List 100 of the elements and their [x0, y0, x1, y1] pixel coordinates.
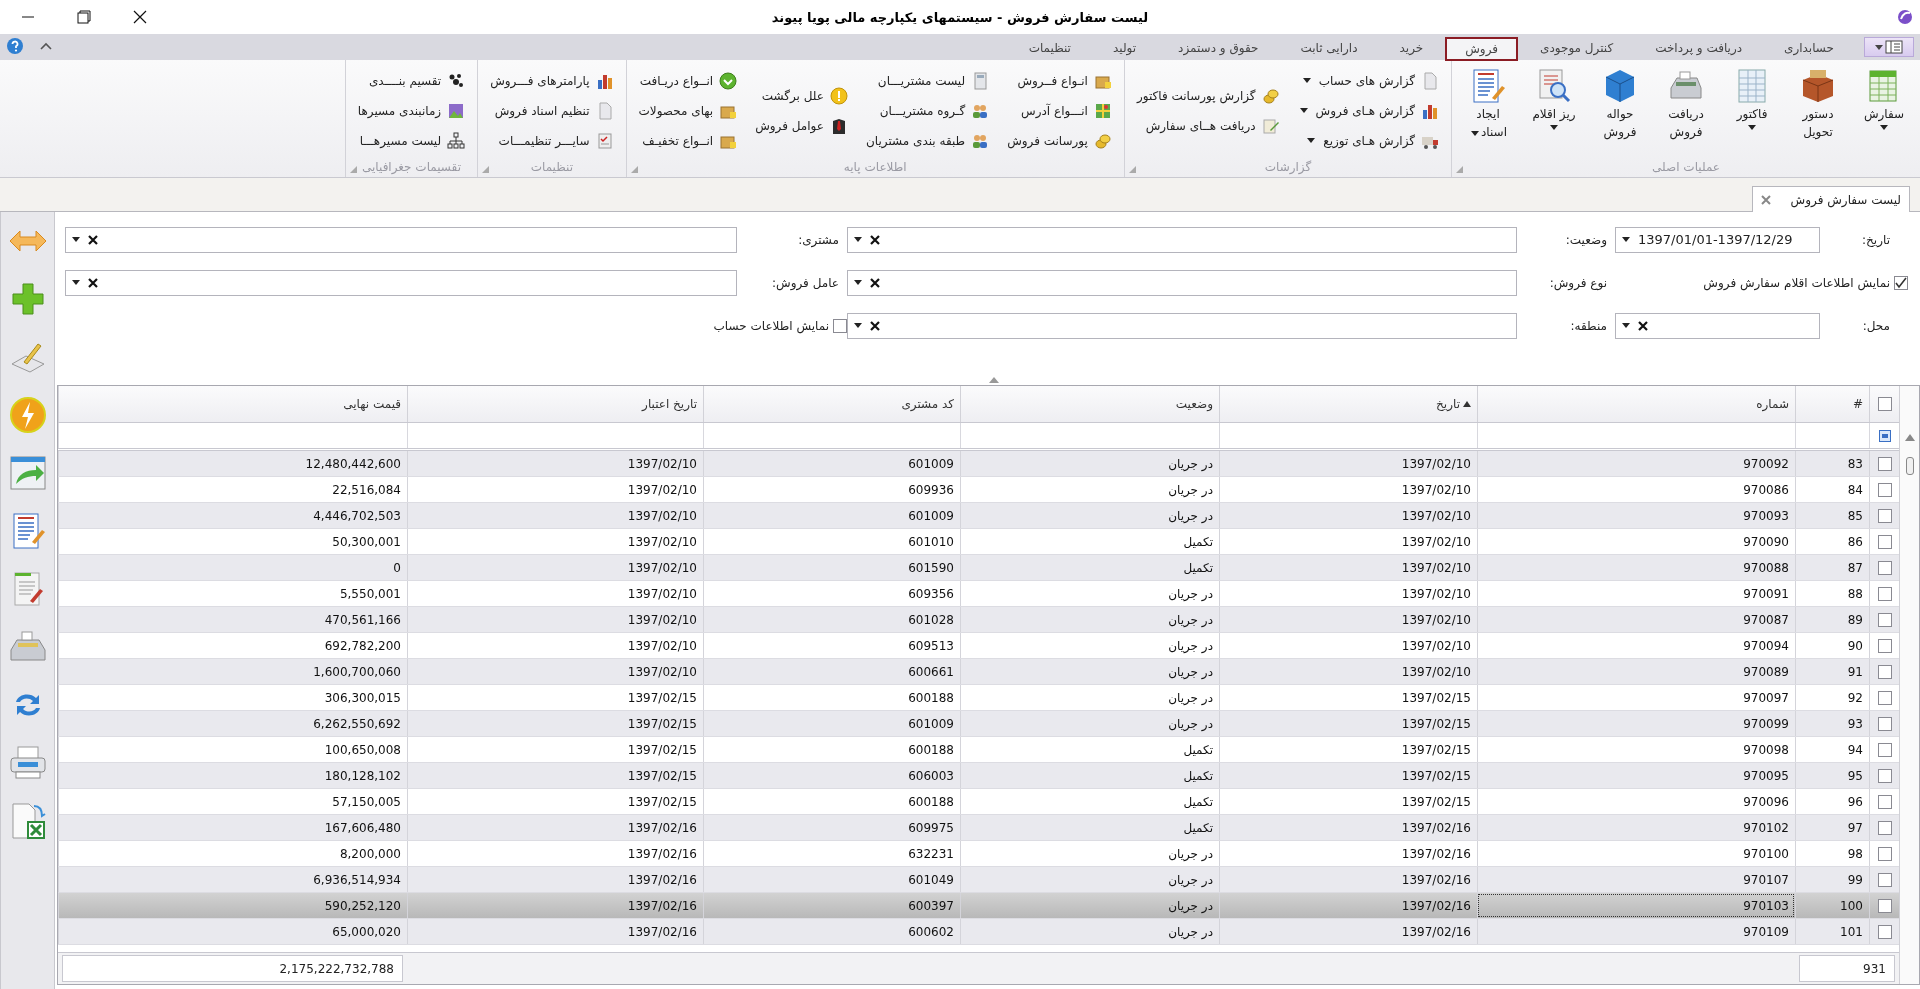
row-checkbox[interactable]	[1877, 664, 1892, 679]
dropdown-caret-icon[interactable]	[1302, 78, 1311, 83]
ribbon-button[interactable]: علل برگشت	[755, 83, 848, 108]
scrollbar-thumb[interactable]	[1905, 457, 1914, 475]
dropdown-caret-icon[interactable]	[1622, 237, 1630, 242]
dropdown-caret-icon[interactable]	[72, 280, 80, 285]
column-header[interactable]: شماره	[1477, 386, 1795, 422]
scroll-up-icon[interactable]	[1904, 433, 1915, 441]
row-checkbox[interactable]	[1877, 742, 1892, 757]
ribbon-button[interactable]: گزارش پورسانت فاکتور	[1136, 83, 1280, 108]
row-checkbox[interactable]	[1877, 638, 1892, 653]
ribbon-button[interactable]: گزارش هـای توزیع	[1297, 128, 1439, 153]
column-header[interactable]: وضعیت	[960, 386, 1219, 422]
ribbon-button[interactable]: گزارش های حساب	[1297, 68, 1439, 93]
column-header[interactable]: تاریخ اعتبار	[407, 386, 703, 422]
row-checkbox[interactable]	[1877, 690, 1892, 705]
row-checkbox[interactable]	[1877, 768, 1892, 783]
ribbon-tab[interactable]: حسابداری	[1764, 36, 1854, 60]
dialog-launcher-icon[interactable]	[630, 166, 638, 173]
ribbon-tab[interactable]: خرید	[1379, 36, 1444, 60]
ribbon-button[interactable]: ریز اقلام	[1524, 64, 1584, 157]
ribbon-tab[interactable]: تولید	[1092, 36, 1157, 60]
row-checkbox[interactable]	[1877, 456, 1892, 471]
splitter-arrow-icon[interactable]	[988, 377, 999, 383]
dropdown-caret-icon[interactable]	[1748, 125, 1756, 130]
checkbox[interactable]: نمایش اطلاعات حساب	[65, 318, 847, 333]
dropdown-caret-icon[interactable]	[1299, 108, 1308, 113]
ribbon-tab[interactable]: فروش	[1445, 37, 1519, 61]
dialog-launcher-icon[interactable]	[349, 166, 357, 173]
dropdown-caret-icon[interactable]	[1307, 138, 1316, 143]
clear-icon[interactable]	[88, 277, 98, 288]
ribbon-button[interactable]: دستور تحویل	[1788, 64, 1848, 157]
ribbon-tab[interactable]: کنترل موجودی	[1520, 36, 1634, 60]
ribbon-button[interactable]: انــواع تخفیـف	[638, 128, 738, 153]
ribbon-button[interactable]: پارامترهای فـــروش	[490, 68, 614, 93]
row-checkbox[interactable]	[1877, 898, 1892, 913]
row-checkbox[interactable]	[1877, 560, 1892, 575]
column-header[interactable]: #	[1795, 386, 1869, 422]
clear-icon[interactable]	[88, 234, 98, 245]
ribbon-button[interactable]: طبقه بندی مشتریان	[866, 128, 990, 153]
ribbon-button[interactable]: گزارش هـای فروش	[1297, 98, 1439, 123]
ribbon-button[interactable]: سایـــر تنظیمـــات	[490, 128, 614, 153]
dropdown-caret-icon[interactable]	[854, 323, 862, 328]
dropdown-caret-icon[interactable]	[1471, 131, 1479, 136]
dialog-launcher-icon[interactable]	[1456, 166, 1463, 173]
clear-icon[interactable]	[870, 234, 880, 245]
ribbon-button[interactable]: دریافت هــای سفارش	[1136, 113, 1280, 138]
row-checkbox[interactable]	[1877, 924, 1892, 939]
select-all-checkbox[interactable]	[1877, 397, 1892, 411]
dropdown-caret-icon[interactable]	[1622, 323, 1630, 328]
chevron-up-icon[interactable]	[40, 42, 52, 50]
row-checkbox[interactable]	[1877, 794, 1892, 809]
clear-icon[interactable]	[1638, 320, 1648, 331]
dropdown-caret-icon[interactable]	[854, 280, 862, 285]
checkbox[interactable]: نمایش اطلاعات اقلام سفارش فروش	[1615, 275, 1908, 290]
dropdown-caret-icon[interactable]	[1880, 125, 1888, 130]
ribbon-button[interactable]: عوامل فروش	[755, 113, 848, 138]
clear-icon[interactable]	[870, 320, 880, 331]
row-checkbox[interactable]	[1877, 612, 1892, 627]
ribbon-button[interactable]: بهای محصولات	[638, 98, 738, 123]
ribbon-button[interactable]: حواله فروش	[1590, 64, 1650, 157]
ribbon-tab[interactable]: حقوق و دستمزد	[1158, 36, 1279, 60]
row-checkbox[interactable]	[1877, 820, 1892, 835]
document-tab[interactable]: لیست سفارش فروش	[1751, 186, 1910, 212]
column-header[interactable]: تاریخ	[1219, 386, 1477, 422]
dialog-launcher-icon[interactable]	[482, 166, 490, 173]
row-checkbox[interactable]	[1877, 586, 1892, 601]
quick-access-button[interactable]	[1864, 37, 1914, 57]
dropdown-caret-icon[interactable]	[854, 237, 862, 242]
ribbon-button[interactable]: ایجاد اسناد	[1458, 64, 1518, 157]
ribbon-button[interactable]: زمانبندی مسیرها	[357, 98, 466, 123]
dropdown-caret-icon[interactable]	[72, 237, 80, 242]
ribbon-button[interactable]: انـــواع آدرس	[1007, 98, 1112, 123]
ribbon-button[interactable]: دریافت فروش	[1656, 64, 1716, 157]
column-header[interactable]: کد مشتری	[703, 386, 960, 422]
help-icon[interactable]	[6, 37, 24, 55]
lightning-icon[interactable]	[7, 396, 48, 434]
ribbon-button[interactable]: گـروه مشتریـــان	[866, 98, 990, 123]
ribbon-button[interactable]: فاکتور	[1722, 64, 1782, 157]
clear-icon[interactable]	[870, 277, 880, 288]
row-checkbox[interactable]	[1877, 482, 1892, 497]
ribbon-button[interactable]: تنظیم اسناد فروش	[490, 98, 614, 123]
ribbon-button[interactable]: لیست مسیرهـــا	[357, 128, 466, 153]
ribbon-tab[interactable]: دارایی ثابت	[1280, 36, 1378, 60]
close-icon[interactable]	[133, 10, 147, 24]
restore-icon[interactable]	[77, 10, 91, 24]
ribbon-tab[interactable]: دریافت و پرداخت	[1635, 36, 1763, 60]
filter-row-icon[interactable]	[1878, 429, 1891, 442]
row-checkbox[interactable]	[1877, 716, 1892, 731]
ribbon-button[interactable]: پورسانت فروش	[1007, 128, 1112, 153]
dropdown-caret-icon[interactable]	[1550, 125, 1558, 130]
dialog-launcher-icon[interactable]	[1128, 166, 1136, 173]
row-checkbox[interactable]	[1877, 508, 1892, 523]
ribbon-button[interactable]: تقسیم بنــــدی	[357, 68, 466, 93]
ribbon-button[interactable]: لیست مشتریـــان	[866, 68, 990, 93]
ribbon-button[interactable]: سفارش	[1854, 64, 1914, 157]
column-header[interactable]: قیمت نهایی	[58, 386, 407, 422]
row-checkbox[interactable]	[1877, 872, 1892, 887]
ribbon-tab[interactable]: تنظیمات	[1008, 36, 1091, 60]
row-checkbox[interactable]	[1877, 534, 1892, 549]
